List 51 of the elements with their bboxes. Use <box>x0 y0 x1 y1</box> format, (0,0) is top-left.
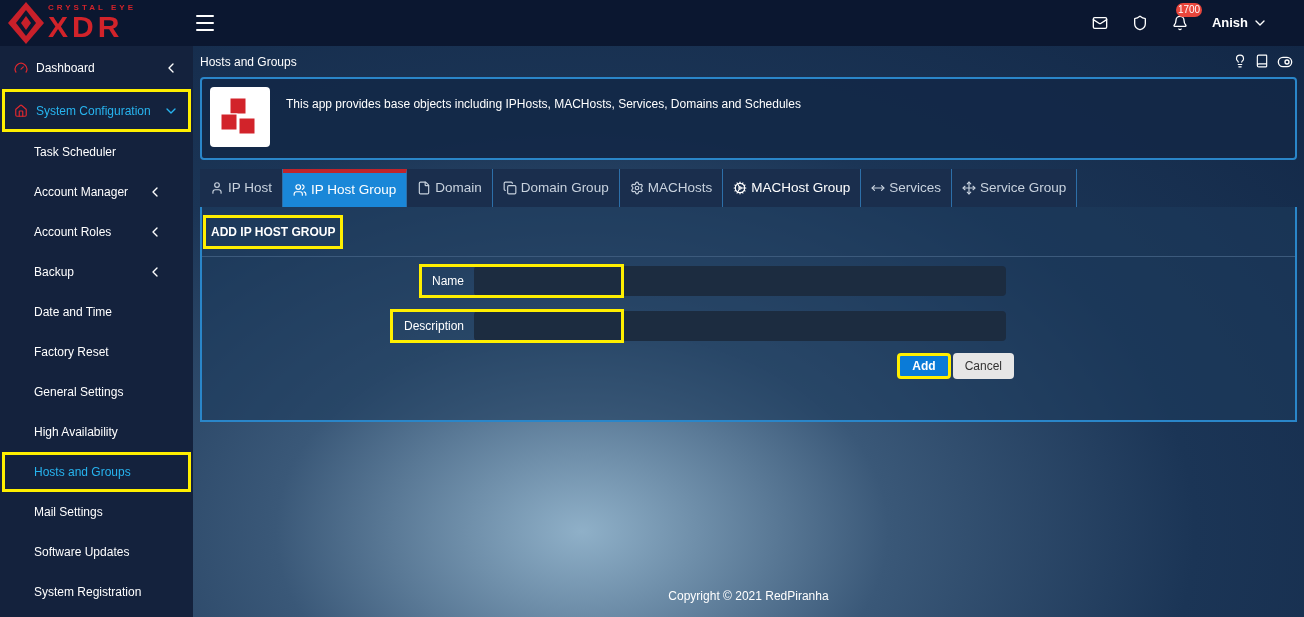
move-icon <box>961 181 976 195</box>
copy-icon <box>502 181 517 195</box>
sidebar-subitem[interactable]: Account Roles <box>2 212 191 252</box>
gauge-icon <box>14 60 28 75</box>
book-icon[interactable] <box>1255 54 1269 68</box>
gear-icon <box>629 181 644 195</box>
tab[interactable]: Domain <box>407 169 493 207</box>
tab[interactable]: IP Host Group <box>283 169 408 207</box>
user-icon <box>210 181 224 195</box>
sidebar-subitem[interactable]: Software Updates <box>2 532 191 572</box>
text-input[interactable] <box>474 266 1006 296</box>
notification-count: 1700 <box>1175 3 1203 17</box>
tab[interactable]: IP Host <box>200 169 284 207</box>
app-description: This app provides base objects including IPHosts, MACHosts, Services, Domains and Schedules <box>286 96 801 113</box>
sidebar-subitem[interactable]: System Registration <box>2 572 191 612</box>
sidebar-subitem[interactable]: Backup <box>2 252 191 292</box>
sidebar-subitem[interactable]: Factory Reset <box>2 332 191 372</box>
home-icon <box>14 103 28 118</box>
sidebar-item[interactable]: Dashboard <box>2 46 191 89</box>
sidebar-subitem[interactable]: Task Scheduler <box>2 132 191 172</box>
file-icon <box>417 181 432 195</box>
logo-wordmark: XDR <box>48 12 125 42</box>
form-title: ADD IP HOST GROUP <box>203 214 344 249</box>
sidebar-subitem[interactable]: General Settings <box>2 372 191 412</box>
lightbulb-icon[interactable] <box>1233 54 1247 68</box>
shield-icon[interactable] <box>1131 15 1148 31</box>
tab[interactable]: Domain Group <box>492 169 620 207</box>
mail-icon[interactable] <box>1091 15 1108 31</box>
tab[interactable]: Services <box>861 169 952 207</box>
sidebar-subitem[interactable]: Mail Settings <box>2 492 191 532</box>
sidebar-subitem[interactable]: Account Manager <box>2 172 191 212</box>
users-icon <box>293 183 308 197</box>
notification-bell-icon[interactable] <box>1171 15 1188 31</box>
logo-tagline: CRYSTAL EYE <box>48 4 136 12</box>
tab[interactable]: MACHosts <box>619 169 724 207</box>
sidebar-subitem[interactable]: High Availability <box>2 412 191 452</box>
page-title: Hosts and Groups <box>200 54 297 71</box>
gears-icon <box>733 181 748 195</box>
field-label: Name <box>431 273 465 290</box>
tab[interactable]: Service Group <box>951 169 1078 207</box>
sidebar-subitem[interactable]: Hosts and Groups <box>2 452 191 492</box>
text-input[interactable] <box>474 311 1006 341</box>
user-menu[interactable]: Anish <box>1211 13 1268 33</box>
cancel-button[interactable]: Cancel <box>952 353 1014 379</box>
sidebar-subitem[interactable]: Date and Time <box>2 292 191 332</box>
copyright-text: Copyright © 2021 RedPiranha <box>668 588 829 605</box>
add-button[interactable]: Add <box>897 353 951 379</box>
tab[interactable]: MACHost Group <box>723 169 862 207</box>
sidebar-item[interactable]: System Configuration <box>2 89 191 132</box>
field-label: Description <box>402 318 465 335</box>
toggle-icon[interactable] <box>1277 54 1293 70</box>
